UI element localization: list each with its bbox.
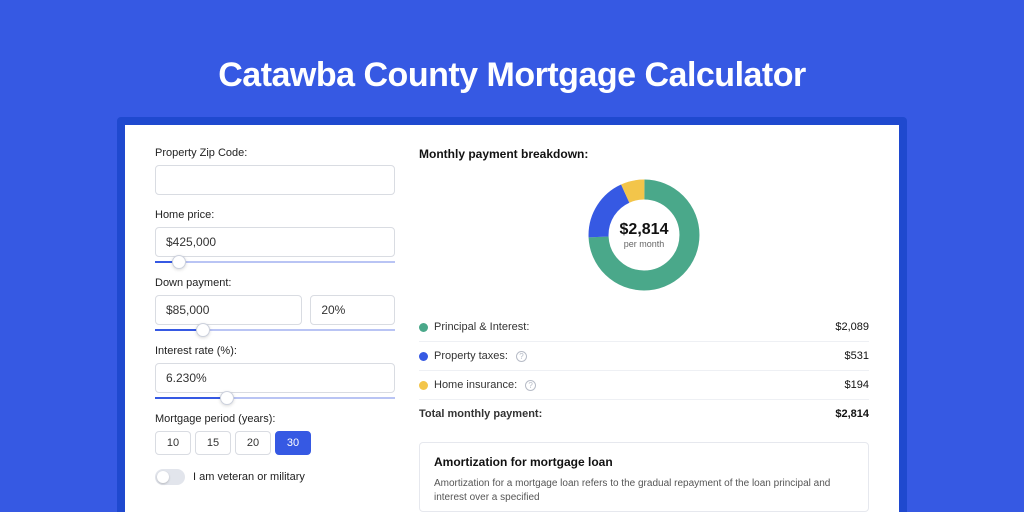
line-item-left: Property taxes:? [419,350,527,362]
home-price-slider-thumb[interactable] [172,255,186,269]
zip-field-block: Property Zip Code: [155,147,395,195]
legend-dot [419,381,428,390]
interest-slider[interactable] [155,397,395,399]
legend-dot [419,323,428,332]
donut-sub: per month [624,239,665,249]
line-item-label: Home insurance: [434,379,517,391]
line-item-value: $2,089 [835,321,869,333]
line-item-left: Principal & Interest: [419,321,529,333]
period-button-15[interactable]: 15 [195,431,231,455]
interest-slider-thumb[interactable] [220,391,234,405]
zip-label: Property Zip Code: [155,147,395,159]
line-item-value: $194 [845,379,869,391]
veteran-toggle[interactable] [155,469,185,485]
home-price-label: Home price: [155,209,395,221]
amortization-body: Amortization for a mortgage loan refers … [434,477,854,505]
down-payment-slider[interactable] [155,329,395,331]
veteran-toggle-knob [157,471,169,483]
total-row: Total monthly payment: $2,814 [419,399,869,428]
period-button-row: 10152030 [155,431,395,455]
interest-input[interactable] [155,363,395,393]
amortization-card: Amortization for mortgage loan Amortizat… [419,442,869,512]
interest-block: Interest rate (%): [155,345,395,399]
down-payment-amount-input[interactable] [155,295,302,325]
veteran-toggle-label: I am veteran or military [193,471,305,483]
home-price-block: Home price: [155,209,395,263]
interest-slider-fill [155,397,227,399]
total-value: $2,814 [835,408,869,420]
period-button-30[interactable]: 30 [275,431,311,455]
line-item-label: Principal & Interest: [434,321,529,333]
line-item-label: Property taxes: [434,350,508,362]
help-icon[interactable]: ? [525,380,536,391]
amortization-title: Amortization for mortgage loan [434,455,854,469]
card-shell: Property Zip Code: Home price: Down paym… [117,117,907,512]
breakdown-line-item: Principal & Interest: $2,089 [419,313,869,341]
donut-chart-wrap: $2,814 per month [419,175,869,295]
breakdown-line-item: Property taxes:? $531 [419,341,869,370]
down-payment-slider-thumb[interactable] [196,323,210,337]
total-label: Total monthly payment: [419,408,542,420]
donut-center: $2,814 per month [584,175,704,295]
help-icon[interactable]: ? [516,351,527,362]
page-title: Catawba County Mortgage Calculator [0,0,1024,117]
breakdown-line-item: Home insurance:? $194 [419,370,869,399]
line-item-value: $531 [845,350,869,362]
donut-chart: $2,814 per month [584,175,704,295]
down-payment-percent-input[interactable] [310,295,395,325]
home-price-slider[interactable] [155,261,395,263]
form-column: Property Zip Code: Home price: Down paym… [155,147,395,512]
down-payment-label: Down payment: [155,277,395,289]
zip-input[interactable] [155,165,395,195]
page-background: Catawba County Mortgage Calculator Prope… [0,0,1024,512]
interest-label: Interest rate (%): [155,345,395,357]
period-button-20[interactable]: 20 [235,431,271,455]
period-block: Mortgage period (years): 10152030 [155,413,395,455]
veteran-toggle-row: I am veteran or military [155,469,395,485]
line-item-left: Home insurance:? [419,379,536,391]
legend-dot [419,352,428,361]
period-button-10[interactable]: 10 [155,431,191,455]
breakdown-column: Monthly payment breakdown: $2,814 per mo… [419,147,869,512]
home-price-input[interactable] [155,227,395,257]
donut-amount: $2,814 [620,221,669,239]
breakdown-title: Monthly payment breakdown: [419,147,869,161]
calculator-card: Property Zip Code: Home price: Down paym… [125,125,899,512]
period-label: Mortgage period (years): [155,413,395,425]
down-payment-block: Down payment: [155,277,395,331]
